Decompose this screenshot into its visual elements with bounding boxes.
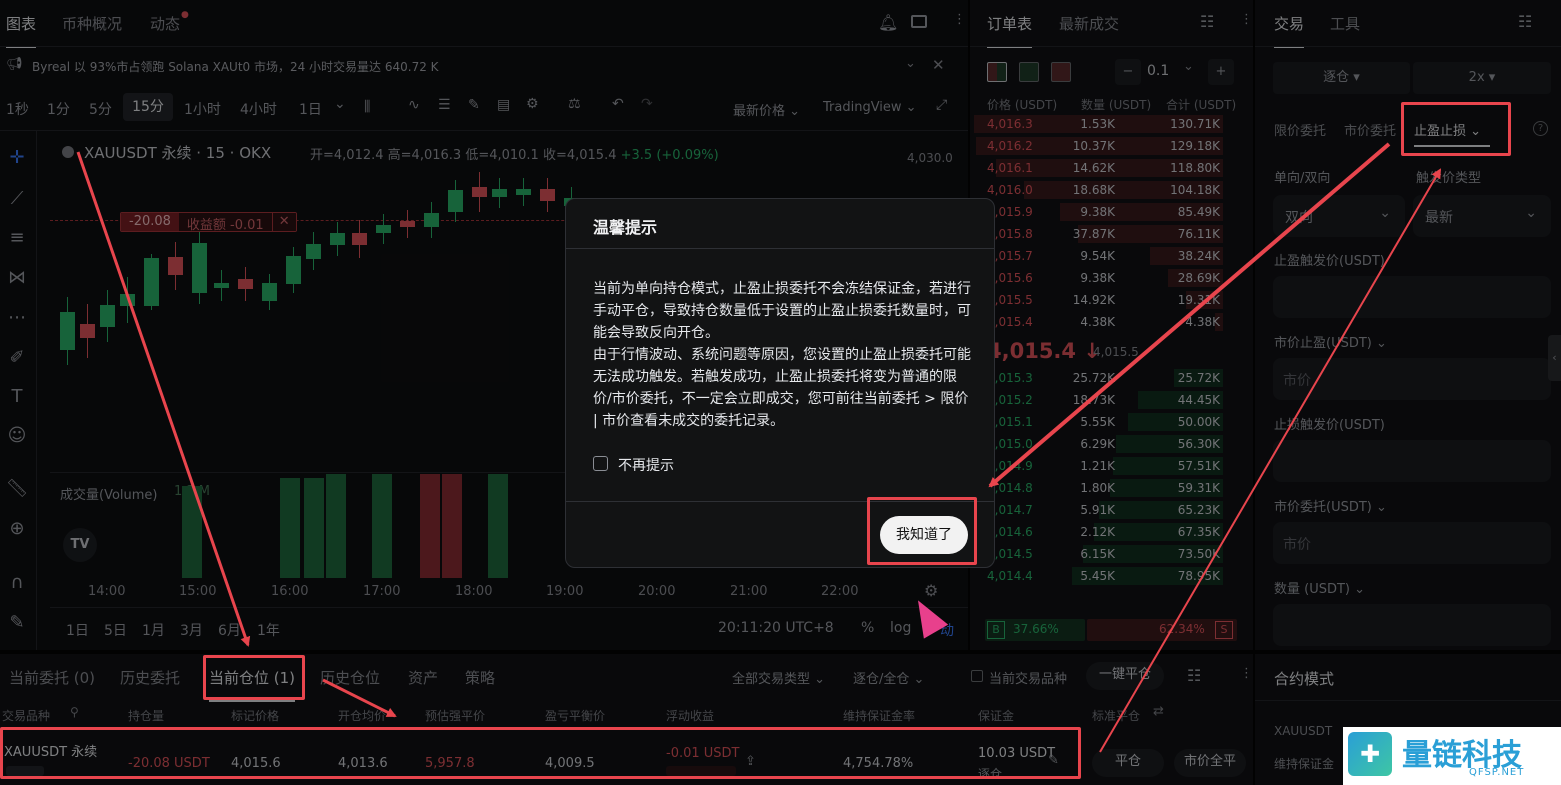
watermark-url: QFSP.NET: [1469, 767, 1525, 778]
arrow-to-confirm: [988, 142, 1391, 488]
arrow-to-tpsl: [1099, 168, 1442, 753]
annotation-arrows: [76, 142, 1442, 753]
watermark-logo-icon: ✚: [1348, 732, 1392, 776]
arrow-to-position-row: [322, 678, 397, 718]
arrow-to-positions-tab: [76, 151, 251, 647]
